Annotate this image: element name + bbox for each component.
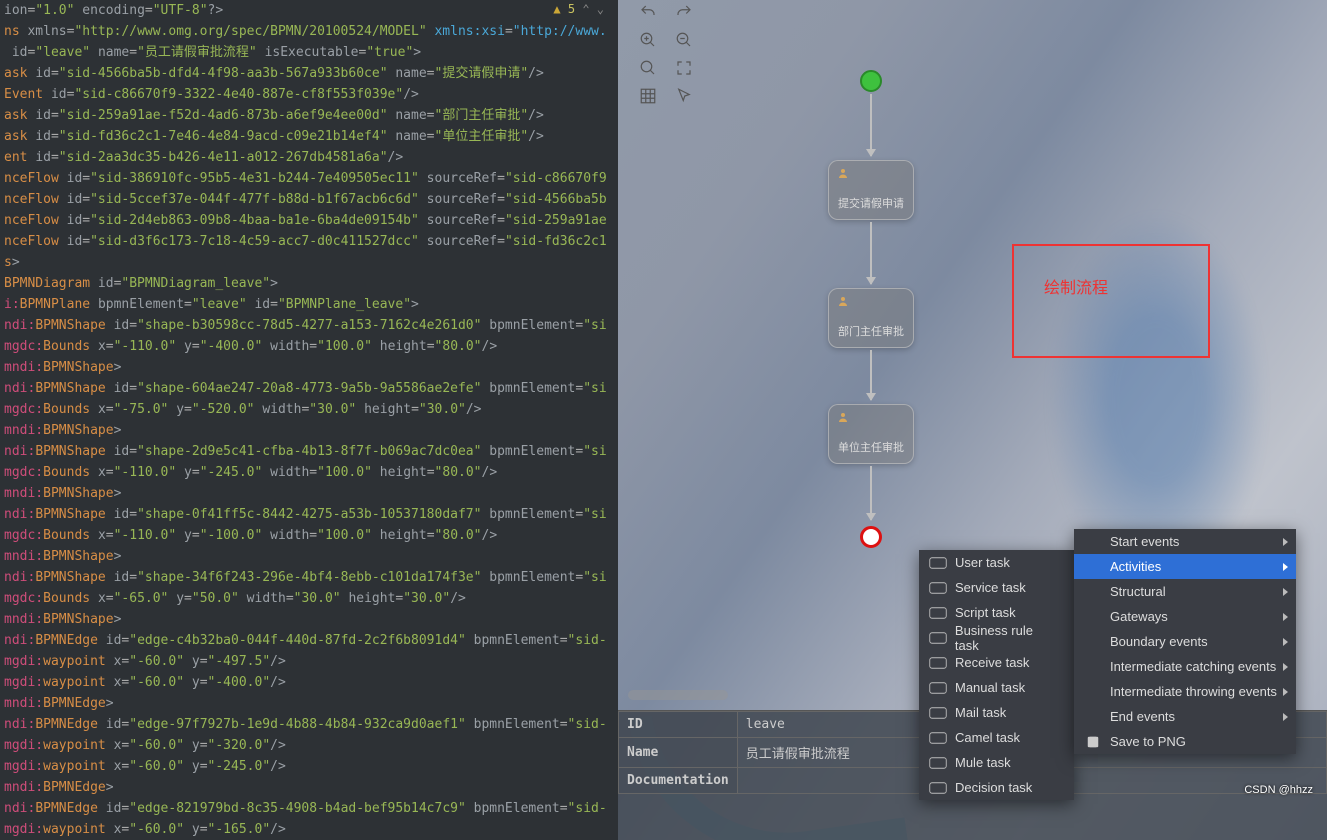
code-line[interactable]: ndi:BPMNShape id="shape-604ae247-20a8-47…	[0, 378, 618, 399]
code-line[interactable]: mndi:BPMNEdge>	[0, 777, 618, 798]
code-line[interactable]: mgdc:Bounds x="-110.0" y="-400.0" width=…	[0, 336, 618, 357]
task-label: 单位主任审批	[829, 439, 913, 455]
code-line[interactable]: ask id="sid-259a91ae-f52d-4ad6-873b-a6ef…	[0, 105, 618, 126]
task-type-icon	[927, 730, 949, 746]
sequence-flow[interactable]	[870, 466, 872, 520]
sequence-flow[interactable]	[870, 350, 872, 400]
xml-editor[interactable]: ▲ 5 ⌃ ⌄ ion="1.0" encoding="UTF-8"?>ns x…	[0, 0, 618, 840]
user-icon	[837, 167, 849, 179]
menu-item-service-task[interactable]: Service task	[919, 575, 1074, 600]
code-line[interactable]: nceFlow id="sid-386910fc-95b5-4e31-b244-…	[0, 168, 618, 189]
menu-item-manual-task[interactable]: Manual task	[919, 675, 1074, 700]
menu-item-business-rule-task[interactable]: Business rule task	[919, 625, 1074, 650]
annotation-box: 绘制流程	[1012, 244, 1210, 358]
horizontal-scrollbar[interactable]	[628, 690, 728, 700]
code-line[interactable]: nceFlow id="sid-d3f6c173-7c18-4c59-acc7-…	[0, 231, 618, 252]
code-line[interactable]: s>	[0, 252, 618, 273]
code-line[interactable]: mndi:BPMNShape>	[0, 420, 618, 441]
code-line[interactable]: nceFlow id="sid-5ccef37e-044f-477f-b88d-…	[0, 189, 618, 210]
code-line[interactable]: mgdi:waypoint x="-60.0" y="-400.0"/>	[0, 672, 618, 693]
menu-item-gateways[interactable]: Gateways	[1074, 604, 1296, 629]
code-line[interactable]: mgdc:Bounds x="-75.0" y="-520.0" width="…	[0, 399, 618, 420]
task-type-icon	[927, 580, 949, 596]
start-event-node[interactable]	[860, 70, 882, 92]
code-line[interactable]: mndi:BPMNEdge>	[0, 693, 618, 714]
code-line[interactable]: ask id="sid-4566ba5b-dfd4-4f98-aa3b-567a…	[0, 63, 618, 84]
menu-item-script-task[interactable]: Script task	[919, 600, 1074, 625]
menu-item-mail-task[interactable]: Mail task	[919, 700, 1074, 725]
code-line[interactable]: mgdc:Bounds x="-110.0" y="-100.0" width=…	[0, 525, 618, 546]
code-line[interactable]: ndi:BPMNShape id="shape-2d9e5c41-cfba-4b…	[0, 441, 618, 462]
code-line[interactable]: nceFlow id="sid-2d4eb863-09b8-4baa-ba1e-…	[0, 210, 618, 231]
menu-item-mule-task[interactable]: Mule task	[919, 750, 1074, 775]
code-line[interactable]: BPMNDiagram id="BPMNDiagram_leave">	[0, 273, 618, 294]
code-line[interactable]: mndi:BPMNShape>	[0, 546, 618, 567]
sequence-flow[interactable]	[870, 94, 872, 156]
menu-item-activities[interactable]: Activities	[1074, 554, 1296, 579]
user-icon	[837, 295, 849, 307]
menu-item-intermediate-catching-events[interactable]: Intermediate catching events	[1074, 654, 1296, 679]
task-type-icon	[927, 605, 949, 621]
task-type-icon	[927, 630, 949, 646]
code-line[interactable]: mndi:BPMNShape>	[0, 357, 618, 378]
code-line[interactable]: ndi:BPMNEdge id="edge-c4b32ba0-044f-440d…	[0, 630, 618, 651]
code-line[interactable]: ion="1.0" encoding="UTF-8"?>	[0, 0, 618, 21]
code-line[interactable]: ndi:BPMNEdge id="edge-97f7927b-1e9d-4b88…	[0, 714, 618, 735]
bpmn-designer[interactable]: 提交请假申请 部门主任审批 单位主任审批 绘制流程 IDleave Name员工…	[618, 0, 1327, 840]
context-menu: Start eventsActivitiesStructuralGateways…	[1074, 529, 1296, 754]
sequence-flow[interactable]	[870, 222, 872, 284]
code-line[interactable]: mgdi:waypoint x="-60.0" y="-165.0"/>	[0, 819, 618, 840]
code-line[interactable]: ndi:BPMNShape id="shape-34f6f243-296e-4b…	[0, 567, 618, 588]
menu-item-intermediate-throwing-events[interactable]: Intermediate throwing events	[1074, 679, 1296, 704]
menu-item-start-events[interactable]: Start events	[1074, 529, 1296, 554]
menu-item-boundary-events[interactable]: Boundary events	[1074, 629, 1296, 654]
menu-item-save-to-png[interactable]: Save to PNG	[1074, 729, 1296, 754]
activities-submenu: User taskService taskScript taskBusiness…	[919, 550, 1074, 800]
user-task-node[interactable]: 提交请假申请	[828, 160, 914, 220]
code-line[interactable]: mndi:BPMNShape>	[0, 609, 618, 630]
task-label: 部门主任审批	[829, 323, 913, 339]
code-line[interactable]: i:BPMNPlane bpmnElement="leave" id="BPMN…	[0, 294, 618, 315]
task-type-icon	[927, 555, 949, 571]
user-task-node[interactable]: 部门主任审批	[828, 288, 914, 348]
menu-item-receive-task[interactable]: Receive task	[919, 650, 1074, 675]
code-line[interactable]: ndi:BPMNShape id="shape-0f41ff5c-8442-42…	[0, 504, 618, 525]
task-label: 提交请假申请	[829, 195, 913, 211]
code-line[interactable]: mndi:BPMNShape>	[0, 483, 618, 504]
task-type-icon	[927, 705, 949, 721]
annotation-label: 绘制流程	[1044, 274, 1108, 298]
code-line[interactable]: id="leave" name="员工请假审批流程" isExecutable=…	[0, 42, 618, 63]
code-line[interactable]: Event id="sid-c86670f9-3322-4e40-887e-cf…	[0, 84, 618, 105]
code-line[interactable]: ndi:BPMNShape id="shape-b30598cc-78d5-42…	[0, 315, 618, 336]
code-line[interactable]: ns xmlns="http://www.omg.org/spec/BPMN/2…	[0, 21, 618, 42]
watermark: CSDN @hhzz	[1244, 784, 1313, 796]
code-line[interactable]: mgdi:waypoint x="-60.0" y="-320.0"/>	[0, 735, 618, 756]
menu-item-decision-task[interactable]: Decision task	[919, 775, 1074, 800]
menu-item-structural[interactable]: Structural	[1074, 579, 1296, 604]
code-line[interactable]: mgdc:Bounds x="-65.0" y="50.0" width="30…	[0, 588, 618, 609]
code-line[interactable]: ask id="sid-fd36c2c1-7e46-4e84-9acd-c09e…	[0, 126, 618, 147]
task-type-icon	[927, 680, 949, 696]
user-icon	[837, 411, 849, 423]
task-type-icon	[927, 755, 949, 771]
warning-badge[interactable]: ▲ 5 ⌃ ⌄	[553, 2, 604, 16]
task-type-icon	[927, 780, 949, 796]
code-line[interactable]: mgdc:Bounds x="-110.0" y="-245.0" width=…	[0, 462, 618, 483]
code-line[interactable]: ndi:BPMNEdge id="edge-821979bd-8c35-4908…	[0, 798, 618, 819]
menu-item-end-events[interactable]: End events	[1074, 704, 1296, 729]
task-type-icon	[927, 655, 949, 671]
end-event-node[interactable]	[860, 526, 882, 548]
menu-item-user-task[interactable]: User task	[919, 550, 1074, 575]
code-line[interactable]: mgdi:waypoint x="-60.0" y="-245.0"/>	[0, 756, 618, 777]
code-line[interactable]: ent id="sid-2aa3dc35-b426-4e11-a012-267d…	[0, 147, 618, 168]
save-icon	[1082, 734, 1104, 750]
menu-item-camel-task[interactable]: Camel task	[919, 725, 1074, 750]
code-line[interactable]: mgdi:waypoint x="-60.0" y="-497.5"/>	[0, 651, 618, 672]
user-task-node[interactable]: 单位主任审批	[828, 404, 914, 464]
